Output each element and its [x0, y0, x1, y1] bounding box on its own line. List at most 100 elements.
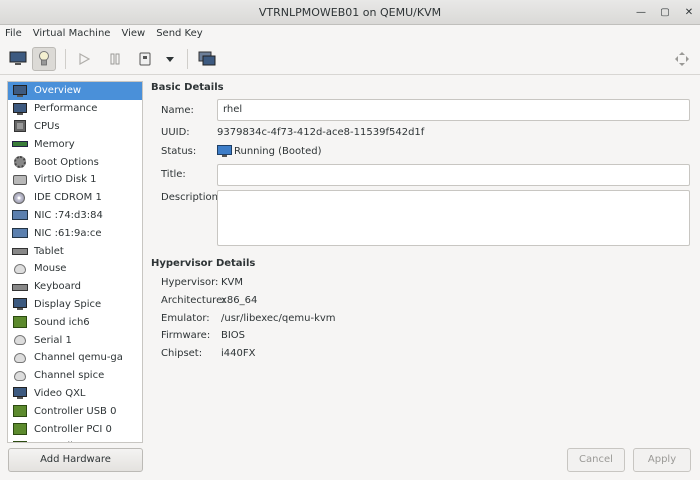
sidebar-item[interactable]: IDE CDROM 1	[8, 189, 142, 207]
sidebar-item-label: NIC :61:9a:ce	[34, 227, 102, 239]
hypervisor-row-label: Architecture:	[161, 294, 226, 306]
hypervisor-details-heading: Hypervisor Details	[151, 258, 256, 269]
sidebar-item[interactable]: Tablet	[8, 242, 142, 260]
hypervisor-row-label: Firmware:	[161, 330, 211, 342]
sidebar-item-label: VirtIO Disk 1	[34, 174, 97, 186]
sidebar-item-label: NIC :74:d3:84	[34, 209, 103, 221]
sidebar-item[interactable]: Boot Options	[8, 153, 142, 171]
run-button[interactable]	[72, 47, 96, 71]
title-bar: VTRNLPMOWEB01 on QEMU/KVM — ▢ ✕	[0, 0, 700, 25]
console-icon	[9, 51, 27, 65]
sidebar-item[interactable]: Video QXL	[8, 385, 142, 403]
hypervisor-row-value: x86_64	[221, 294, 258, 306]
sidebar-item[interactable]: Channel spice	[8, 367, 142, 385]
sound-icon	[11, 315, 29, 329]
sidebar-item[interactable]: Memory	[8, 135, 142, 153]
cdrom-icon	[11, 191, 29, 205]
details-button[interactable]	[32, 47, 56, 71]
cpu-icon	[11, 119, 29, 133]
uuid-label: UUID:	[161, 127, 190, 138]
description-field[interactable]	[217, 190, 690, 246]
sidebar-item[interactable]: Controller IDE 0	[8, 438, 142, 442]
menu-view[interactable]: View	[121, 25, 145, 43]
hypervisor-row-value: i440FX	[221, 348, 256, 360]
video-icon	[11, 386, 29, 400]
hardware-list[interactable]: Overview Performance CPUs Memory Boot Option…	[7, 81, 143, 443]
sidebar-item[interactable]: Controller USB 0	[8, 402, 142, 420]
sidebar-item-label: Overview	[34, 85, 82, 97]
fullscreen-icon	[675, 52, 689, 66]
sidebar-item-label: CPUs	[34, 120, 60, 132]
basic-details-heading: Basic Details	[151, 82, 224, 93]
status-value: Running (Booted)	[234, 146, 322, 157]
sidebar-item-label: Mouse	[34, 263, 67, 275]
name-label: Name:	[161, 105, 194, 116]
hypervisor-row-label: Chipset:	[161, 348, 203, 360]
boot-options-icon	[11, 155, 29, 169]
fullscreen-button[interactable]	[670, 47, 694, 71]
menu-file[interactable]: File	[5, 25, 22, 43]
controller-icon	[11, 440, 29, 442]
sidebar-item-label: Video QXL	[34, 387, 86, 399]
console-button[interactable]	[6, 47, 30, 71]
sidebar-item[interactable]: NIC :74:d3:84	[8, 207, 142, 225]
hypervisor-row-value: BIOS	[221, 330, 246, 342]
monitor-icon	[11, 84, 29, 98]
performance-icon	[11, 102, 29, 116]
sidebar-item[interactable]: Channel qemu-ga	[8, 349, 142, 367]
title-field[interactable]	[217, 164, 690, 186]
shutdown-menu-button[interactable]	[158, 47, 182, 71]
toolbar	[0, 43, 700, 75]
uuid-value: 9379834c-4f73-412d-ace8-11539f542d1f	[217, 127, 425, 138]
sidebar-item[interactable]: CPUs	[8, 118, 142, 136]
sidebar-item-label: Controller USB 0	[34, 405, 117, 417]
sidebar-item[interactable]: Controller PCI 0	[8, 420, 142, 438]
sidebar-item-label: Channel qemu-ga	[34, 352, 123, 364]
menu-virtual-machine[interactable]: Virtual Machine	[33, 25, 111, 43]
maximize-icon[interactable]: ▢	[660, 0, 670, 25]
sidebar-item-label: Keyboard	[34, 281, 82, 293]
sidebar-item[interactable]: Keyboard	[8, 278, 142, 296]
name-field[interactable]: rhel	[217, 99, 690, 121]
close-icon[interactable]: ✕	[684, 0, 694, 25]
hypervisor-row-label: Emulator:	[161, 312, 210, 324]
display-icon	[11, 297, 29, 311]
sidebar-item[interactable]: NIC :61:9a:ce	[8, 224, 142, 242]
sidebar-item[interactable]: Serial 1	[8, 331, 142, 349]
pause-button[interactable]	[103, 47, 127, 71]
sidebar-item-label: Controller PCI 0	[34, 423, 112, 435]
sidebar-item-label: Controller IDE 0	[34, 441, 113, 442]
shutdown-button[interactable]	[133, 47, 157, 71]
cancel-button[interactable]: Cancel	[567, 448, 625, 472]
snapshots-button[interactable]	[195, 47, 219, 71]
sidebar-item-label: Channel spice	[34, 370, 105, 382]
sidebar-item-label: Performance	[34, 103, 98, 115]
play-icon	[79, 53, 90, 65]
sidebar-item[interactable]: Overview	[8, 82, 142, 100]
window-controls: — ▢ ✕	[636, 0, 694, 25]
status-label: Status:	[161, 146, 197, 157]
power-icon	[139, 52, 151, 66]
minimize-icon[interactable]: —	[636, 0, 646, 25]
sidebar-item[interactable]: Display Spice	[8, 296, 142, 314]
sidebar-item-label: Display Spice	[34, 298, 102, 310]
controller-icon	[11, 404, 29, 418]
apply-button[interactable]: Apply	[633, 448, 691, 472]
sidebar-item[interactable]: VirtIO Disk 1	[8, 171, 142, 189]
sidebar-item-label: Serial 1	[34, 334, 72, 346]
lightbulb-icon	[39, 51, 49, 66]
tablet-icon	[11, 244, 29, 258]
sidebar-item[interactable]: Sound ich6	[8, 313, 142, 331]
sidebar-item[interactable]: Performance	[8, 100, 142, 118]
chevron-down-icon	[166, 57, 174, 62]
add-hardware-button[interactable]: Add Hardware	[8, 448, 143, 472]
description-label: Description:	[161, 192, 222, 203]
menu-send-key[interactable]: Send Key	[156, 25, 203, 43]
hypervisor-row-value: KVM	[221, 277, 244, 288]
mouse-icon	[11, 262, 29, 276]
channel-icon	[11, 369, 29, 383]
sidebar-item[interactable]: Mouse	[8, 260, 142, 278]
controller-icon	[11, 422, 29, 436]
window-title: VTRNLPMOWEB01 on QEMU/KVM	[258, 6, 442, 19]
pause-icon	[110, 53, 120, 65]
